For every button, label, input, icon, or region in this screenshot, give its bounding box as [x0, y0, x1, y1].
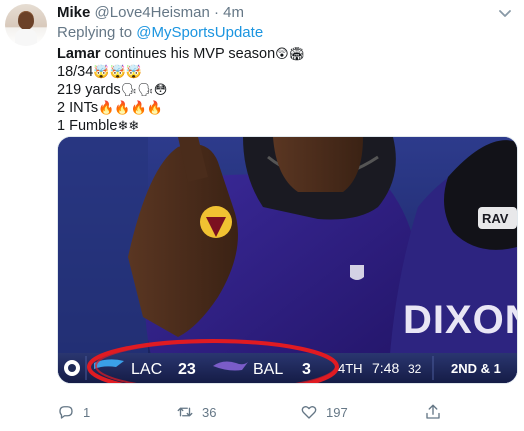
tweet-line-text: 2 INTs: [57, 100, 99, 116]
retweet-count: 36: [202, 404, 217, 420]
like-count: 197: [326, 404, 348, 420]
tweet-line-text: 1 Fumble: [57, 118, 118, 134]
tweet-line: 2 INTs🔥🔥🔥🔥: [57, 99, 305, 117]
tweet-line: Lamar continues his MVP season😲🏟: [57, 45, 305, 63]
tweet-media-image[interactable]: RAV DIXON LAC 23 BAL 3 4TH 7:48 32 2ND &…: [57, 136, 518, 384]
jersey-name: DIXON: [403, 298, 517, 342]
tweet-actions: 1 36 197: [57, 402, 507, 424]
retweet-button[interactable]: 36: [176, 402, 216, 422]
avatar[interactable]: [5, 4, 47, 46]
tweet-header: Mike @Love4Heisman · 4m: [57, 3, 244, 23]
replying-mention-link[interactable]: @MySportsUpdate: [136, 24, 263, 41]
avatar-shirt: [15, 29, 37, 46]
helmet-text: RAV: [482, 211, 509, 226]
home-score: 3: [302, 361, 311, 378]
tweet-line: 18/34🤯🤯🤯: [57, 63, 305, 81]
tweet-line-emoji: ❄❄: [117, 118, 140, 133]
tweet-line-emoji: 🗣🗣😳: [120, 82, 168, 97]
tweet-card[interactable]: Mike @Love4Heisman · 4m Replying to @MyS…: [0, 0, 524, 431]
retweet-icon: [177, 407, 193, 417]
away-score: 23: [178, 361, 196, 378]
share-button[interactable]: [424, 402, 450, 422]
tweet-line-emoji: 🔥🔥🔥🔥: [98, 100, 163, 115]
tweet-line: 219 yards🗣🗣😳: [57, 81, 305, 99]
tweet-line: 1 Fumble❄❄: [57, 117, 305, 135]
tweet-line-text: 18/34: [57, 64, 94, 80]
home-team: BAL: [253, 361, 283, 378]
reply-icon: [59, 406, 73, 419]
tweet-line-emoji: 😲🏟: [275, 46, 306, 61]
chevron-down-icon[interactable]: [497, 5, 513, 21]
like-button[interactable]: 197: [300, 402, 348, 422]
tweet-text: Lamar continues his MVP season😲🏟 18/34🤯🤯…: [57, 45, 305, 135]
reply-button[interactable]: 1: [57, 402, 90, 422]
game-clock: 7:48: [372, 360, 399, 376]
reply-count: 1: [83, 404, 91, 420]
heart-icon: [301, 405, 317, 419]
share-icon: [426, 404, 440, 419]
tweet-line-text: 219 yards: [57, 82, 121, 98]
away-team: LAC: [131, 361, 162, 378]
avatar-face: [18, 12, 34, 30]
scoreboard-bar: [58, 353, 517, 383]
tweet-bold-word: Lamar: [57, 46, 101, 62]
play-clock: 32: [408, 362, 422, 376]
down-distance: 2ND & 1: [451, 361, 501, 376]
tweet-line-emoji: 🤯🤯🤯: [93, 64, 142, 79]
author-name[interactable]: Mike: [57, 4, 90, 21]
replying-to: Replying to @MySportsUpdate: [57, 23, 263, 43]
tweet-line-text: continues his MVP season: [100, 46, 276, 62]
author-handle-time[interactable]: @Love4Heisman · 4m: [95, 4, 244, 21]
quarter: 4TH: [338, 361, 363, 376]
replying-prefix: Replying to: [57, 24, 137, 41]
media-scene: RAV DIXON LAC 23 BAL 3 4TH 7:48 32 2ND &…: [58, 137, 517, 383]
